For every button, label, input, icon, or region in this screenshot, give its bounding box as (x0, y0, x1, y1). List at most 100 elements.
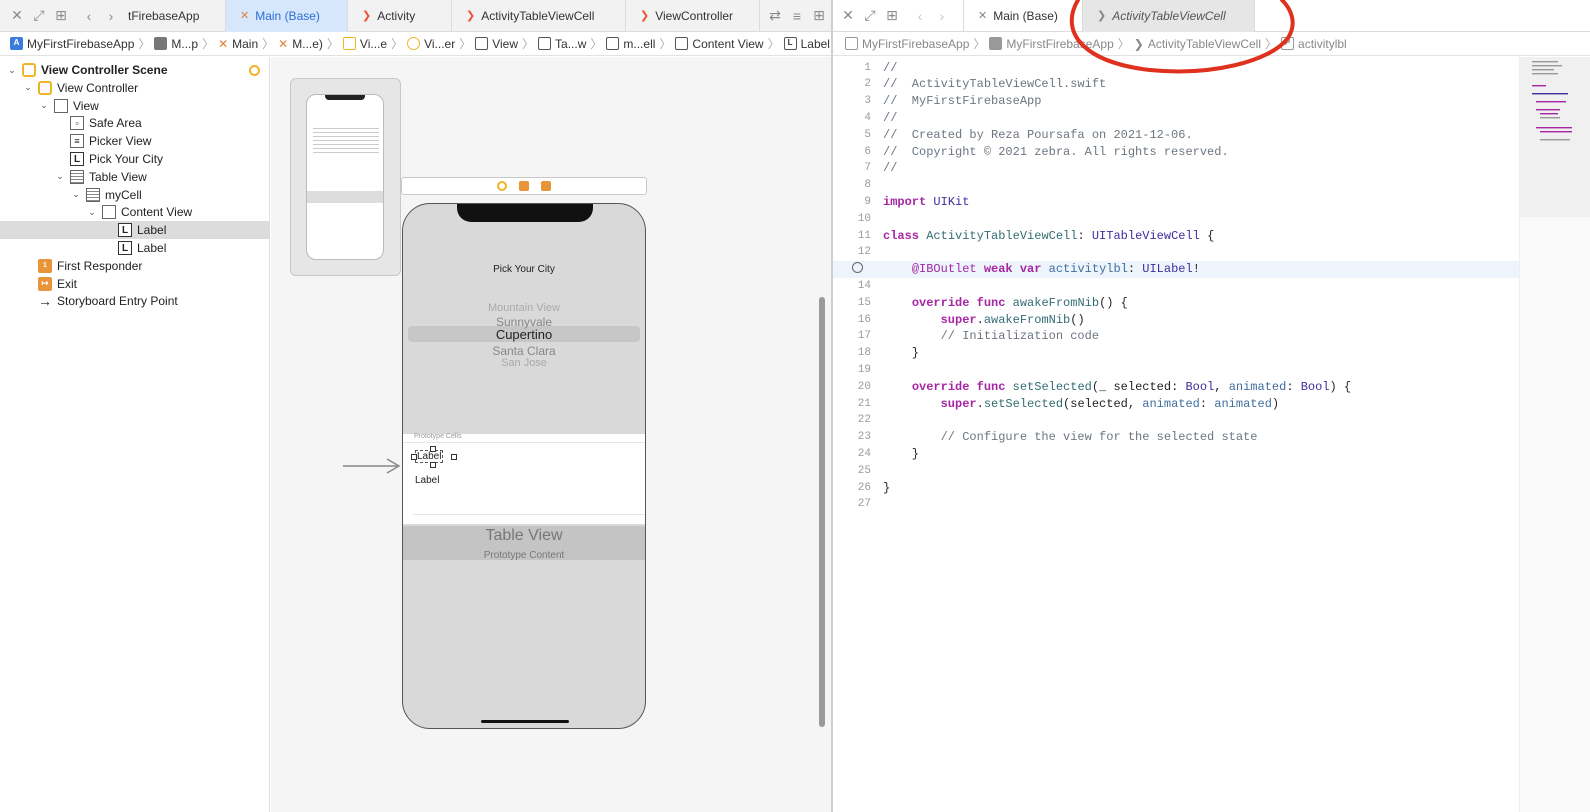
code-line[interactable]: 9 import UIKit (833, 193, 1519, 210)
code-line[interactable]: 16 super.awakeFromNib() (833, 311, 1519, 328)
resize-handle[interactable] (451, 454, 457, 460)
grid-icon[interactable]: ⊞ (881, 7, 903, 24)
lines-icon[interactable]: ≡ (786, 8, 808, 24)
canvas-scrollbar[interactable] (819, 297, 825, 727)
expand-icon[interactable]: ⤢ (28, 7, 50, 24)
minimap[interactable] (1519, 57, 1590, 812)
code-line[interactable]: 20 override func setSelected(_ selected:… (833, 378, 1519, 395)
crumb-scene[interactable]: Vi...e 〉 (342, 35, 407, 52)
code-line[interactable]: 27 (833, 496, 1519, 513)
crumb-view-controller[interactable]: Vi...er 〉 (407, 35, 475, 52)
exit-icon[interactable] (541, 181, 551, 191)
tab-main-base[interactable]: ✕ Main (Base) (226, 0, 348, 32)
code-line[interactable]: 22 (833, 412, 1519, 429)
crumb-project[interactable]: MyFirstFirebaseApp 〉 (845, 35, 989, 52)
code-line[interactable]: 8 (833, 177, 1519, 194)
code-line[interactable]: 11 class ActivityTableViewCell: UITableVi… (833, 227, 1519, 244)
outlet-connection-icon[interactable] (852, 261, 863, 273)
crumb-content-view[interactable]: Content View 〉 (675, 35, 783, 52)
code-line[interactable]: 12 (833, 244, 1519, 261)
code-line[interactable]: 14 (833, 277, 1519, 294)
chevron-left-icon[interactable]: ‹ (78, 8, 100, 24)
crumb-label[interactable]: L Label (783, 37, 830, 51)
scene-dock[interactable] (401, 177, 647, 195)
table-view-placeholder[interactable]: Table View Prototype Content (403, 526, 645, 561)
add-editor-icon[interactable]: ⊞ (808, 7, 830, 24)
crumb-project[interactable]: A MyFirstFirebaseApp 〉 (10, 35, 154, 52)
swap-icon[interactable]: ⇄ (764, 7, 786, 24)
picker-view[interactable]: Mountain View Sunnyvale Cupertino Santa … (403, 298, 645, 372)
code-line[interactable]: 25 (833, 462, 1519, 479)
chevron-right-icon[interactable]: › (100, 8, 122, 24)
crumb-main-base[interactable]: ✕ M...e) 〉 (278, 35, 343, 52)
code-line[interactable]: 17 // Initialization code (833, 328, 1519, 345)
tab-activity-table-view-cell[interactable]: ❯ ActivityTableViewCell (452, 0, 626, 32)
canvas-thumbnail[interactable] (290, 78, 401, 276)
outline-item[interactable]: ⌄ Content View (0, 203, 270, 221)
grid-icon[interactable]: ⊞ (50, 7, 72, 24)
code-line[interactable]: 4 // (833, 109, 1519, 126)
chevron-down-icon[interactable]: ⌄ (70, 189, 82, 200)
chevron-down-icon[interactable]: ⌄ (38, 100, 50, 111)
prototype-cell-area[interactable]: Prototype Cells Label Label (403, 433, 645, 524)
crumb-view[interactable]: View 〉 (475, 35, 538, 52)
code-line[interactable]: 26} (833, 479, 1519, 496)
outline-item[interactable]: ⌄ myCell (0, 186, 270, 204)
code-line[interactable]: 15 override func awakeFromNib() { (833, 294, 1519, 311)
code-line[interactable]: 19 (833, 361, 1519, 378)
chevron-left-icon[interactable]: ‹ (909, 8, 931, 24)
code-line[interactable]: 21 super.setSelected(selected, animated:… (833, 395, 1519, 412)
firstresponder-icon[interactable] (519, 181, 529, 191)
outline-item[interactable]: ⌄ View Controller (0, 79, 270, 97)
outline-item[interactable]: ⌄ Table View (0, 168, 270, 186)
outline-item[interactable]: ⌄ View Controller Scene (0, 61, 270, 79)
crumb-table-view[interactable]: Ta...w 〉 (538, 35, 606, 52)
crumb-main[interactable]: ✕ Main 〉 (218, 35, 278, 52)
expand-icon[interactable]: ⤢ (859, 7, 881, 24)
outline-item[interactable]: L Label (0, 221, 270, 240)
cell-label-2[interactable]: Label (415, 475, 439, 486)
code-line[interactable]: 23 // Configure the view for the selecte… (833, 429, 1519, 446)
close-icon[interactable]: ✕ (837, 7, 859, 24)
storyboard-canvas[interactable]: Pick Your City Mountain View Sunnyvale C… (271, 57, 831, 812)
outline-item[interactable]: ▫ Safe Area (0, 114, 270, 132)
crumb-folder[interactable]: M...p 〉 (154, 35, 218, 52)
outline-item[interactable]: 1 First Responder (0, 257, 270, 275)
code-line[interactable]: 3 // MyFirstFirebaseApp (833, 93, 1519, 110)
resize-handle[interactable] (411, 454, 417, 460)
chevron-down-icon[interactable]: ⌄ (54, 171, 66, 182)
outline-item[interactable]: ↦ Exit (0, 275, 270, 293)
entry-point-arrow[interactable] (343, 457, 403, 475)
code-line[interactable]: 18 } (833, 345, 1519, 362)
picker-item[interactable]: Santa Clara (403, 344, 645, 358)
chevron-down-icon[interactable]: ⌄ (22, 82, 34, 93)
code-line[interactable]: 5 // Created by Reza Poursafa on 2021-12-… (833, 126, 1519, 143)
viewcontroller-icon[interactable] (497, 181, 507, 191)
resize-handle[interactable] (430, 462, 436, 468)
pick-city-label[interactable]: Pick Your City (403, 264, 645, 275)
chevron-down-icon[interactable]: ⌄ (86, 207, 98, 218)
code-line[interactable]: 6 // Copyright © 2021 zebra. All rights r… (833, 143, 1519, 160)
picker-item[interactable]: Mountain View (403, 302, 645, 314)
outline-item[interactable]: ⌄ View (0, 97, 270, 115)
picker-item[interactable]: San Jose (403, 357, 645, 369)
close-icon[interactable]: ✕ (6, 7, 28, 24)
tab-firebase-app[interactable]: tFirebaseApp (122, 0, 226, 32)
picker-item-selected[interactable]: Cupertino (403, 327, 645, 342)
outline-item[interactable]: → Storyboard Entry Point (0, 292, 270, 310)
chevron-down-icon[interactable]: ⌄ (6, 65, 18, 76)
code-editor[interactable]: 1//2// ActivityTableViewCell.swift 3// My… (833, 57, 1590, 812)
resize-handle[interactable] (430, 446, 436, 452)
code-line[interactable]: 24 } (833, 445, 1519, 462)
code-line[interactable]: @IBOutlet weak var activitylbl: UILabel! (833, 260, 1519, 278)
outline-item[interactable]: L Pick Your City (0, 150, 270, 168)
crumb-cell[interactable]: m...ell 〉 (606, 35, 675, 52)
outline-item[interactable]: ≡ Picker View (0, 132, 270, 150)
outline-item[interactable]: L Label (0, 239, 270, 257)
code-line[interactable]: 10 (833, 210, 1519, 227)
code-line[interactable]: 7 // (833, 160, 1519, 177)
tab-view-controller[interactable]: ❯ ViewController (626, 0, 760, 32)
tab-activity[interactable]: ❯ Activity (348, 0, 452, 32)
phone-frame[interactable]: Pick Your City Mountain View Sunnyvale C… (402, 203, 646, 729)
chevron-right-icon[interactable]: › (931, 8, 953, 24)
